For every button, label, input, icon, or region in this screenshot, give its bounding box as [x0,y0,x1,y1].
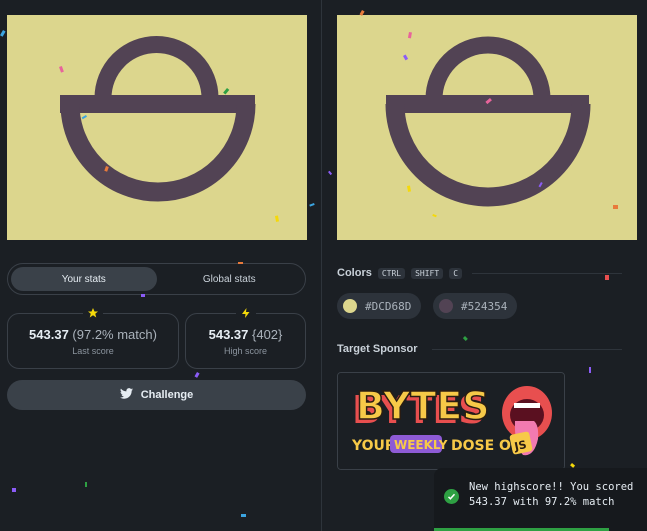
left-panel: Your stats Global stats 543.37 (97.2% ma… [0,0,321,531]
color-hex-2: #524354 [461,299,508,313]
target-drawing [337,15,637,240]
target-canvas [337,15,637,240]
challenge-label: Challenge [140,389,194,401]
sponsor-banner[interactable]: BYTES BYTES YOUR WEEKLY DOSE OF JS [337,372,565,470]
highscore-toast[interactable]: New highscore!! You scored 543.37 with 9… [434,468,647,531]
challenge-button[interactable]: Challenge [7,380,306,410]
tagline-highlight: WEEKLY [394,438,448,452]
logo-text: BYTES [356,384,490,428]
colors-heading: Colors CTRL SHIFT C [337,267,463,279]
tagline-prefix: YOUR [351,438,396,454]
tab-your-stats[interactable]: Your stats [11,267,157,291]
tagline-suffix: DOSE OF [451,438,521,454]
high-score-card: 543.37 {402} High score [185,307,306,369]
colors-title: Colors [337,267,372,279]
right-panel: Colors CTRL SHIFT C #DCD68D #524354 Targ… [322,0,647,531]
js-badge: JS [512,438,528,453]
last-score-value: 543.37 (97.2% match) [29,326,157,342]
toast-message: New highscore!! You scored 543.37 with 9… [469,481,634,508]
colors-divider [472,273,622,274]
stats-tabs: Your stats Global stats [7,263,306,295]
last-score-card: 543.37 (97.2% match) Last score [7,307,179,369]
high-score-label: High score [223,345,268,356]
color-hex-1: #DCD68D [365,299,412,313]
twitter-icon [119,388,133,402]
user-drawing [7,15,307,240]
bolt-icon [235,307,256,322]
sponsor-heading: Target Sponsor [337,343,418,355]
sponsor-divider [432,349,622,350]
last-score-label: Last score [72,345,114,356]
bytes-logo: BYTES BYTES YOUR WEEKLY DOSE OF JS [338,373,564,469]
tab-global-stats[interactable]: Global stats [157,267,303,291]
color-chip-1[interactable]: #DCD68D [337,293,422,319]
shortcut-key-c: C [449,267,463,279]
swatch-1 [343,299,357,313]
check-icon [444,489,459,504]
star-icon [83,307,103,322]
shortcut-key-ctrl: CTRL [377,267,406,279]
user-canvas [7,15,307,240]
high-score-value: 543.37 {402} [208,326,283,342]
color-chip-2[interactable]: #524354 [433,293,518,319]
swatch-2 [439,299,453,313]
shortcut-key-shift: SHIFT [411,267,444,279]
